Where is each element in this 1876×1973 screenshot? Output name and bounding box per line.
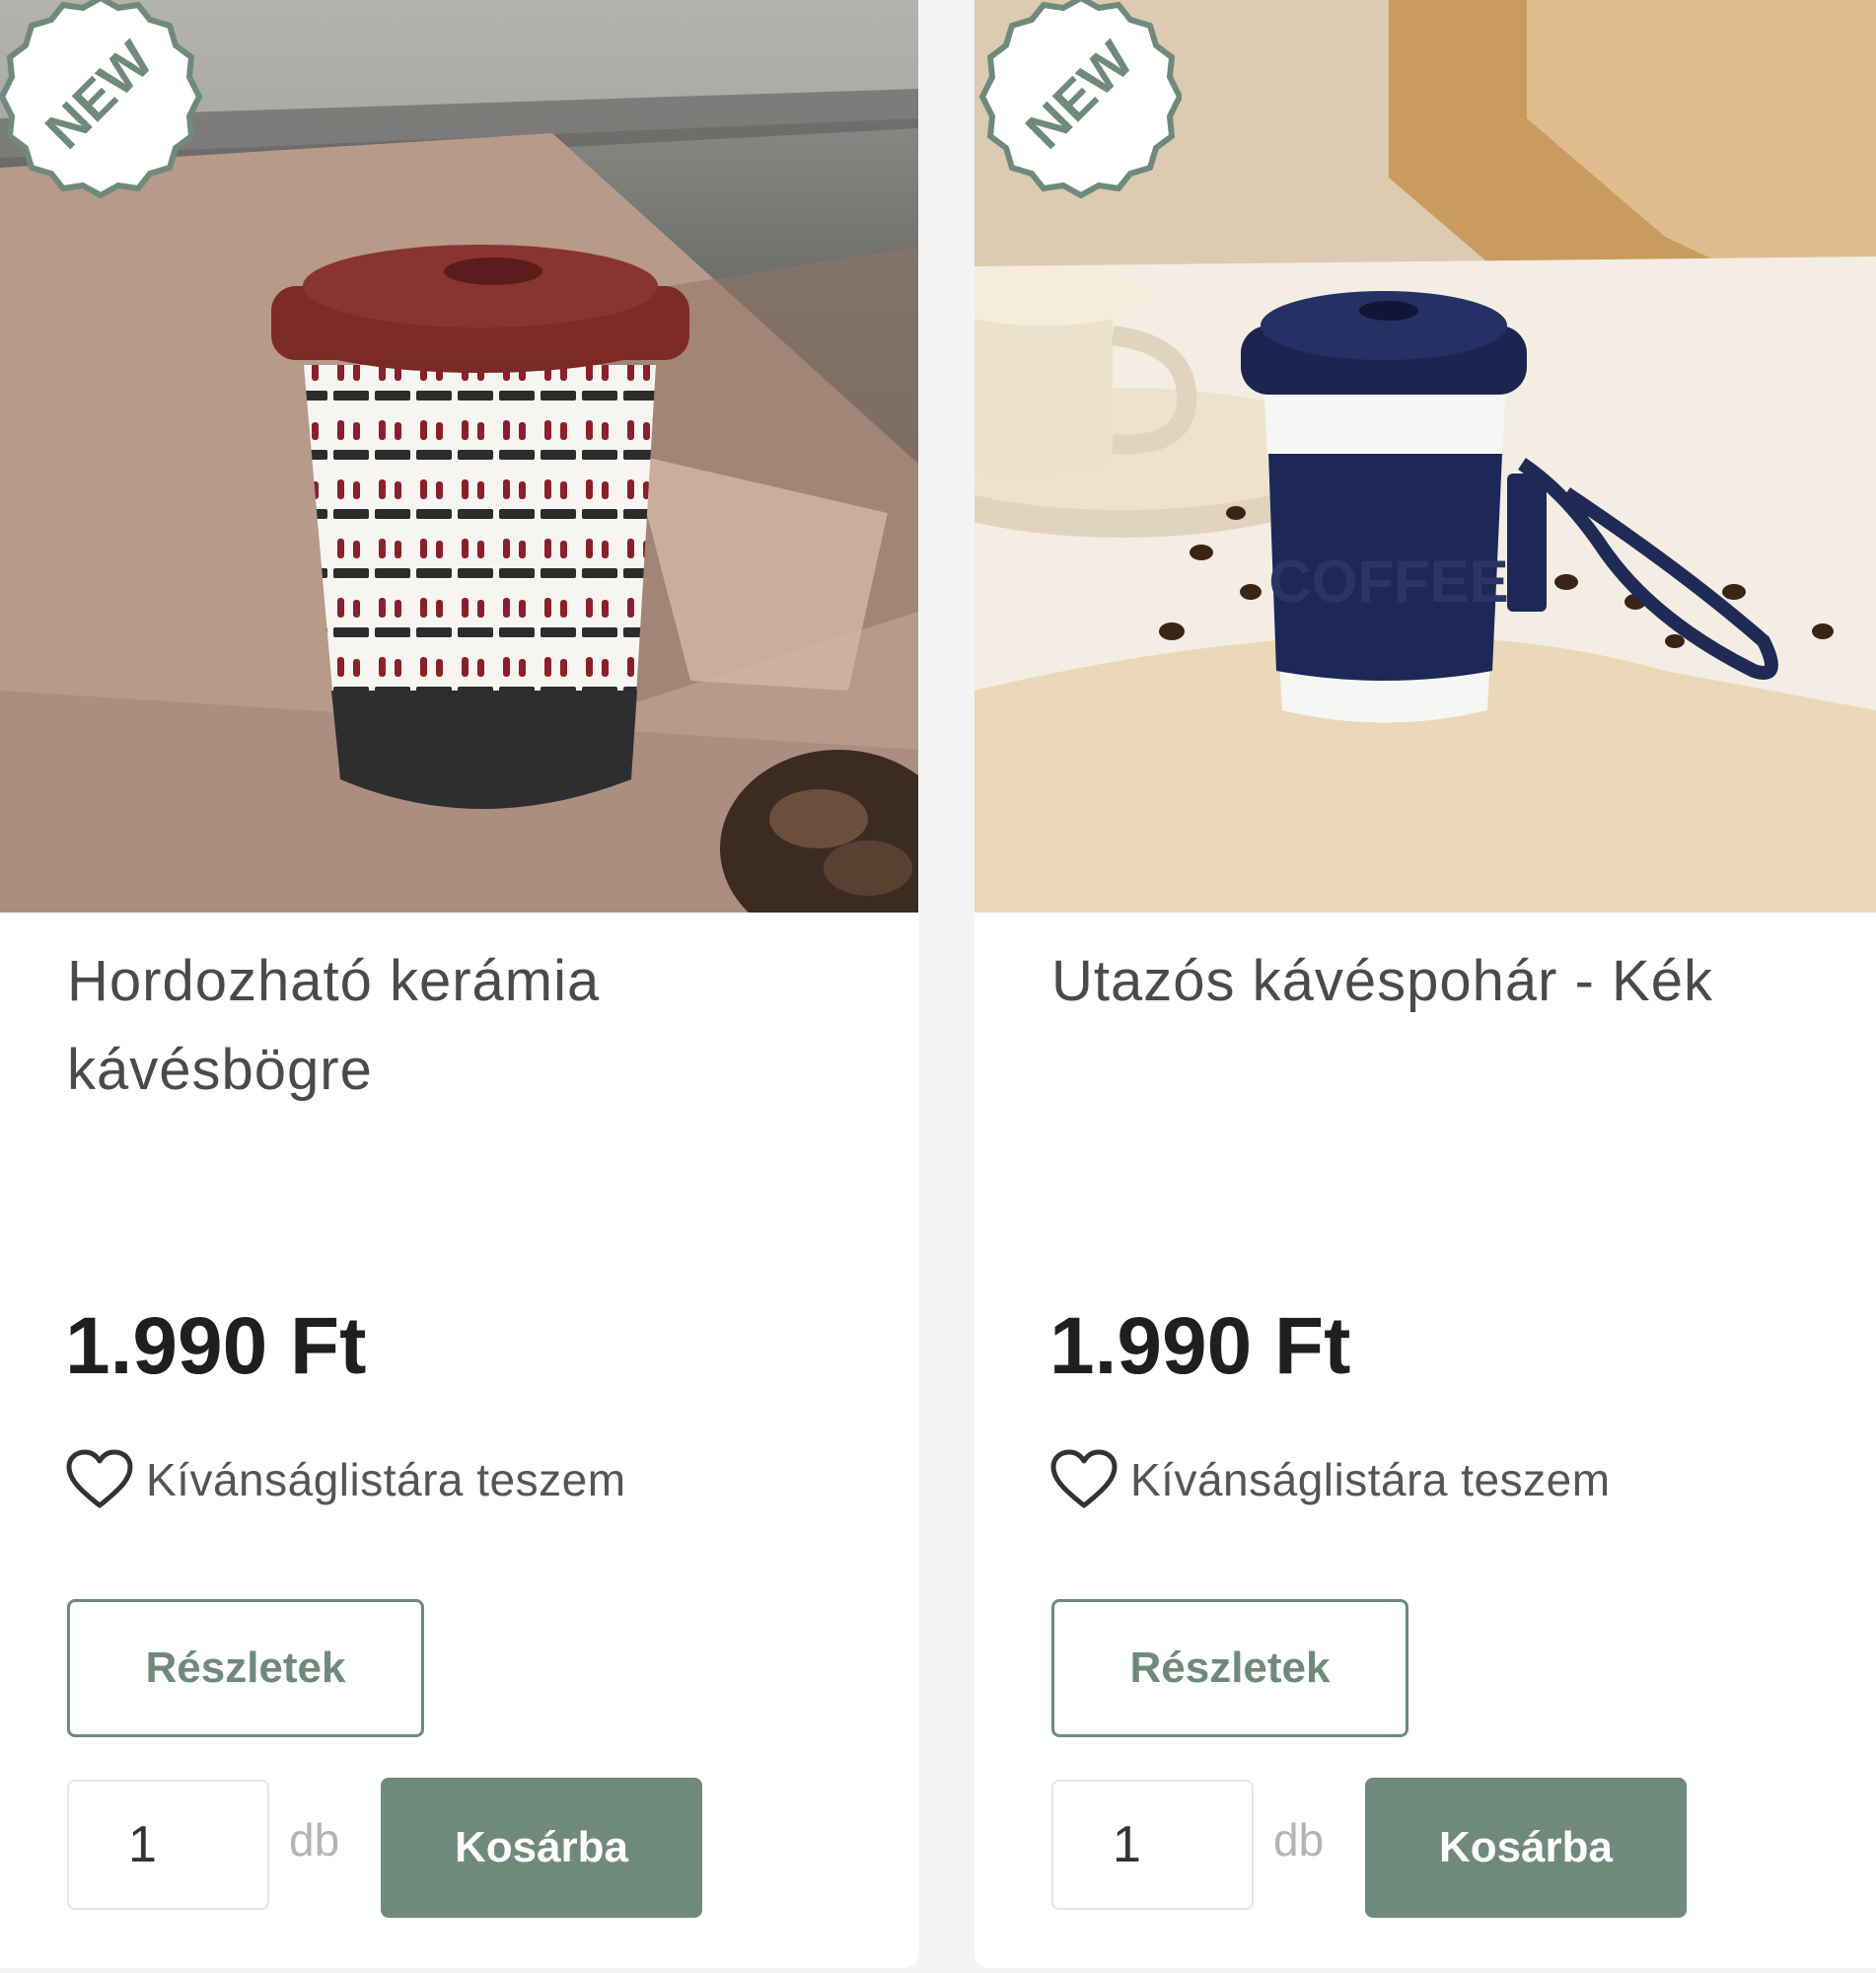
product-price: 1.990 Ft xyxy=(1049,1301,1351,1391)
add-to-cart-button[interactable]: Kosárba xyxy=(381,1778,702,1918)
wishlist-link[interactable]: Kívánságlistára teszem xyxy=(1049,1448,1611,1511)
new-badge: NEW xyxy=(974,0,1182,207)
new-badge: NEW xyxy=(0,0,207,207)
details-button[interactable]: Részletek xyxy=(67,1599,424,1737)
quantity-unit: db xyxy=(1273,1814,1325,1865)
wishlist-label: Kívánságlistára teszem xyxy=(146,1454,626,1505)
heart-icon xyxy=(66,1449,133,1508)
product-price: 1.990 Ft xyxy=(65,1301,367,1391)
details-button[interactable]: Részletek xyxy=(1051,1599,1408,1737)
heart-icon xyxy=(1050,1449,1118,1508)
product-card: COFFEE NEW Utazós kávéspohár - Kék 1.990… xyxy=(974,0,1876,1968)
product-title[interactable]: Hordozható kerámia kávésbögre xyxy=(67,937,876,1115)
quantity-input[interactable] xyxy=(1051,1780,1254,1910)
product-card: NEW Hordozható kerámia kávésbögre 1.990 … xyxy=(0,0,918,1968)
wishlist-label: Kívánságlistára teszem xyxy=(1130,1454,1611,1505)
add-to-cart-button[interactable]: Kosárba xyxy=(1365,1778,1687,1918)
quantity-input[interactable] xyxy=(67,1780,269,1910)
product-title[interactable]: Utazós kávéspohár - Kék xyxy=(1051,937,1860,1026)
quantity-unit: db xyxy=(289,1814,340,1865)
wishlist-link[interactable]: Kívánságlistára teszem xyxy=(65,1448,626,1511)
product-grid: NEW Hordozható kerámia kávésbögre 1.990 … xyxy=(0,0,1876,1973)
cup-print-text: COFFEE xyxy=(1268,548,1508,615)
